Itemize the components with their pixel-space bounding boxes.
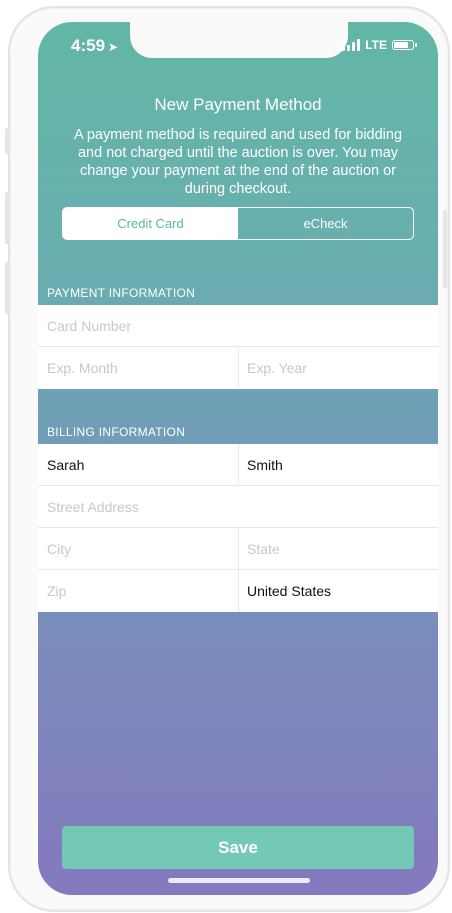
zip-field[interactable]: Zip (38, 570, 238, 612)
tab-echeck[interactable]: eCheck (238, 208, 413, 239)
payment-information-form: Card Number Exp. Month Exp. Year (38, 305, 438, 389)
tab-credit-card[interactable]: Credit Card (63, 208, 238, 239)
location-arrow-icon: ➤ (108, 40, 119, 54)
last-name-field[interactable]: Smith (238, 444, 438, 485)
billing-information-form: Sarah Smith Street Address City State Zi… (38, 444, 438, 612)
exp-month-field[interactable]: Exp. Month (38, 347, 238, 389)
volume-down-button (5, 262, 9, 314)
street-address-field[interactable]: Street Address (38, 486, 438, 527)
page-title: New Payment Method (154, 95, 322, 114)
signal-icon (342, 39, 361, 51)
first-name-field[interactable]: Sarah (38, 444, 238, 485)
zip-country-row: Zip United States (38, 570, 438, 612)
network-type: LTE (365, 38, 387, 52)
expiration-row: Exp. Month Exp. Year (38, 347, 438, 389)
state-field[interactable]: State (238, 528, 438, 569)
name-row: Sarah Smith (38, 444, 438, 486)
save-button[interactable]: Save (62, 826, 414, 869)
volume-up-button (5, 192, 9, 244)
city-state-row: City State (38, 528, 438, 570)
status-indicators: LTE (342, 38, 417, 52)
battery-icon (392, 40, 417, 50)
status-time-text: 4:59 (71, 36, 106, 55)
payment-information-header: PAYMENT INFORMATION (47, 286, 196, 300)
country-select[interactable]: United States (238, 570, 438, 612)
power-button (443, 210, 447, 288)
home-indicator (168, 878, 310, 883)
card-number-field[interactable]: Card Number (38, 305, 438, 346)
city-field[interactable]: City (38, 528, 238, 569)
billing-information-header: BILLING INFORMATION (47, 425, 186, 439)
notch (130, 22, 348, 58)
status-time: 4:59 ➤ (71, 36, 118, 56)
app-screen: 4:59 ➤ LTE New Payment Method A payment m… (38, 22, 438, 895)
mute-switch (5, 128, 9, 154)
card-number-row: Card Number (38, 305, 438, 347)
street-row: Street Address (38, 486, 438, 528)
page-description: A payment method is required and used fo… (73, 127, 403, 197)
exp-year-field[interactable]: Exp. Year (238, 347, 438, 389)
payment-type-segmented-control: Credit Card eCheck (62, 207, 414, 240)
